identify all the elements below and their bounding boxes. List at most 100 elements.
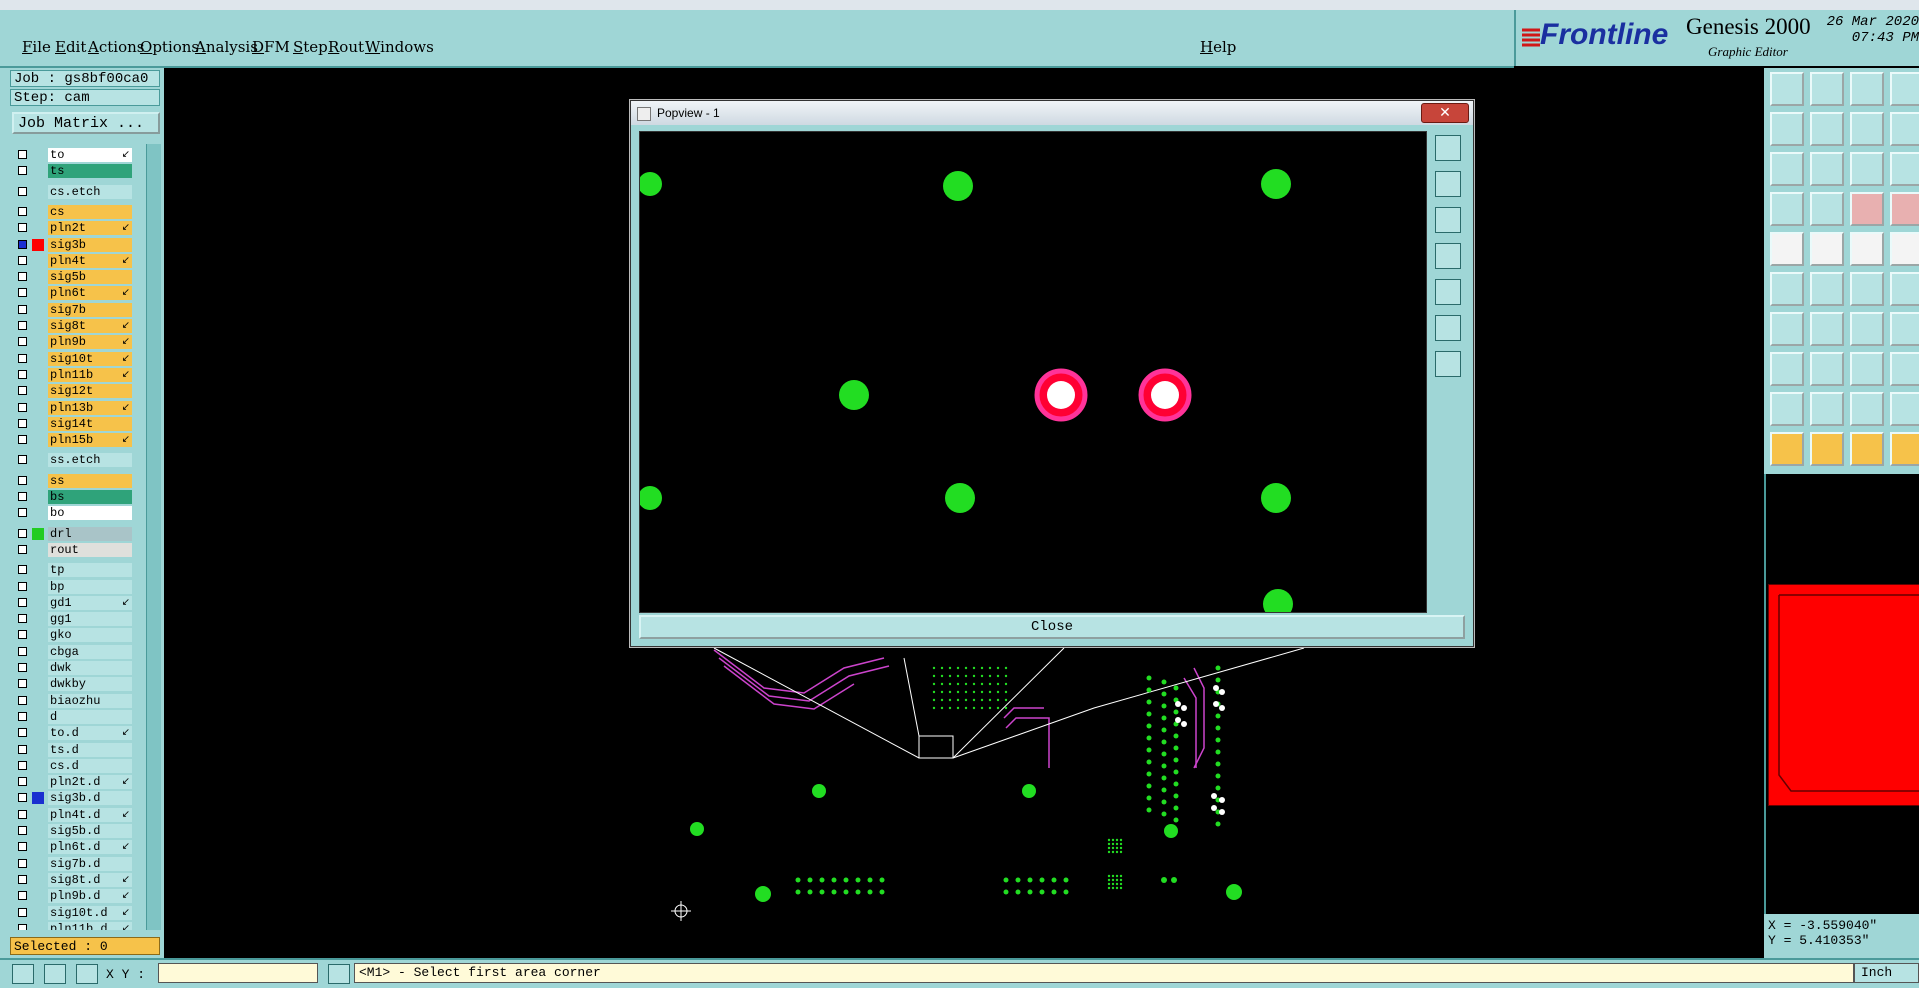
layer-name[interactable]: cs.d: [48, 758, 132, 773]
layer-checkbox[interactable]: [18, 663, 27, 672]
job-matrix-button[interactable]: Job Matrix ...: [12, 112, 160, 134]
layer-checkbox[interactable]: [18, 528, 27, 538]
import-icon[interactable]: [1770, 112, 1804, 146]
layer-row[interactable]: sig3b: [12, 237, 140, 252]
layer-row[interactable]: to ↙: [12, 148, 140, 162]
layer-name[interactable]: sig12t: [48, 384, 132, 399]
layer-checkbox[interactable]: [18, 435, 27, 445]
menu-dfm[interactable]: DFM: [252, 38, 290, 56]
layer-checkbox[interactable]: [18, 402, 27, 412]
layer-checkbox[interactable]: [18, 809, 27, 819]
popview-titlebar[interactable]: Popview - 1: [631, 101, 1473, 125]
layer-row[interactable]: cbga: [12, 644, 140, 659]
layer-row[interactable]: dwk: [12, 661, 140, 675]
box-select-icon[interactable]: [1850, 352, 1884, 386]
net-icon[interactable]: [1850, 192, 1884, 226]
layer-checkbox[interactable]: [18, 288, 27, 298]
menu-file[interactable]: File: [22, 38, 51, 56]
layer-name[interactable]: gko: [48, 628, 132, 643]
layer-name[interactable]: sig10t ↙: [48, 351, 132, 366]
layer-name[interactable]: rout: [48, 542, 132, 557]
layer-checkbox[interactable]: [18, 614, 27, 624]
layer-checkbox[interactable]: [18, 239, 27, 249]
layer-name[interactable]: to.d ↙: [48, 726, 132, 741]
snap-icon[interactable]: [1890, 112, 1919, 146]
layer-checkbox[interactable]: [18, 565, 27, 575]
route-icon[interactable]: [1890, 432, 1919, 466]
layer-name[interactable]: ts: [48, 164, 132, 179]
fill-icon[interactable]: [1890, 312, 1919, 346]
layer-row[interactable]: sig7b: [12, 302, 140, 317]
popview-canvas[interactable]: [639, 131, 1427, 613]
layer-checkbox[interactable]: [18, 206, 27, 216]
layer-checkbox[interactable]: [18, 630, 27, 640]
layer-checkbox[interactable]: [18, 223, 27, 233]
layer-row[interactable]: sig3b.d: [12, 791, 140, 806]
zoom-in-icon[interactable]: [1435, 315, 1461, 341]
layer-row[interactable]: cs.d: [12, 758, 140, 773]
layer-name[interactable]: drl: [48, 526, 132, 541]
probe-icon[interactable]: [1770, 192, 1804, 226]
zoom-area-icon[interactable]: [1810, 152, 1844, 186]
triangle-icon[interactable]: [1770, 392, 1804, 426]
triangle-edge-icon[interactable]: [1890, 392, 1919, 426]
copy-icon[interactable]: [1850, 112, 1884, 146]
pad-icon[interactable]: [1770, 232, 1804, 266]
pointer-icon[interactable]: [1770, 432, 1804, 466]
layer-checkbox[interactable]: [18, 272, 27, 282]
layer-name[interactable]: pln6t.d ↙: [48, 840, 132, 855]
layer-name[interactable]: ss: [48, 473, 132, 488]
select-alt-icon[interactable]: [1850, 432, 1884, 466]
layer-name[interactable]: dwkby: [48, 677, 132, 692]
layer-row[interactable]: sig7b.d: [12, 856, 140, 871]
layer-row[interactable]: gg1: [12, 612, 140, 627]
layer-row[interactable]: drl: [12, 526, 140, 541]
layer-row[interactable]: pln11b.d ↙: [12, 921, 140, 930]
layer-checkbox[interactable]: [18, 907, 27, 917]
layer-checkbox[interactable]: [18, 386, 27, 396]
menu-analysis[interactable]: Analysis: [195, 38, 258, 56]
layer-checkbox[interactable]: [18, 777, 27, 787]
triangle-up-icon[interactable]: [1850, 392, 1884, 426]
layer-name[interactable]: dwk: [48, 661, 132, 675]
layer-name[interactable]: cbga: [48, 644, 132, 659]
layer-row[interactable]: bo: [12, 506, 140, 521]
layer-checkbox[interactable]: [18, 793, 27, 803]
layer-row[interactable]: pln13b ↙: [12, 400, 140, 415]
layer-name[interactable]: sig14t: [48, 416, 132, 431]
circle-icon[interactable]: [1890, 232, 1919, 266]
layer-name[interactable]: pln13b ↙: [48, 400, 132, 415]
layer-checkbox[interactable]: [18, 353, 27, 363]
layer-checkbox[interactable]: [18, 646, 27, 656]
layer-checkbox[interactable]: [18, 695, 27, 705]
menu-windows[interactable]: Windows: [365, 38, 434, 56]
layer-name[interactable]: bs: [48, 490, 132, 504]
layer-row[interactable]: bs: [12, 490, 140, 504]
layer-name[interactable]: to ↙: [48, 148, 132, 162]
angle-icon[interactable]: [1770, 312, 1804, 346]
ruler-icon[interactable]: [1850, 232, 1884, 266]
open-icon[interactable]: [1770, 72, 1804, 106]
popview-window[interactable]: Popview - 1 ✕ Close: [630, 100, 1474, 647]
layer-name[interactable]: sig3b.d: [48, 791, 132, 806]
layer-list-scrollbar[interactable]: [146, 144, 161, 930]
layer-name[interactable]: pln11b.d ↙: [48, 921, 132, 930]
layer-row[interactable]: ts.d: [12, 742, 140, 757]
zoom-fit-icon[interactable]: [1435, 135, 1461, 161]
layer-row[interactable]: ss.etch: [12, 453, 140, 468]
layer-name[interactable]: sig5b.d: [48, 824, 132, 838]
layer-name[interactable]: ts.d: [48, 742, 132, 757]
layer-row[interactable]: gd1 ↙: [12, 595, 140, 610]
layer-row[interactable]: tp: [12, 563, 140, 578]
layer-checkbox[interactable]: [18, 418, 27, 428]
layer-row[interactable]: pln4t.d ↙: [12, 807, 140, 822]
layer-checkbox[interactable]: [18, 369, 27, 379]
layer-row[interactable]: pln6t.d ↙: [12, 840, 140, 855]
layer-name[interactable]: gd1 ↙: [48, 595, 132, 610]
layer-name[interactable]: pln9b ↙: [48, 335, 132, 350]
layer-checkbox[interactable]: [18, 255, 27, 265]
layer-checkbox[interactable]: [18, 679, 27, 689]
layer-row[interactable]: sig14t: [12, 416, 140, 431]
layer-checkbox[interactable]: [18, 321, 27, 330]
layer-checkbox[interactable]: [18, 858, 27, 868]
